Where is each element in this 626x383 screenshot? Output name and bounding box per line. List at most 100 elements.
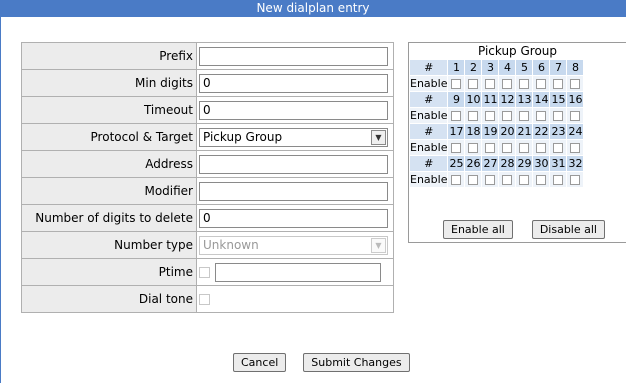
pickup-enable-checkbox[interactable] <box>485 143 496 153</box>
pickup-enable-checkbox[interactable] <box>468 111 479 121</box>
row-dial-tone: Dial tone <box>21 285 394 313</box>
pickup-group-number: 27 <box>481 155 500 172</box>
pickup-enable-cell <box>447 75 466 92</box>
row-timeout: Timeout 0 <box>21 96 394 124</box>
dial-tone-checkbox[interactable] <box>199 294 210 305</box>
pickup-group-number: 3 <box>481 59 500 76</box>
prefix-input[interactable] <box>199 46 388 66</box>
pickup-enable-checkbox[interactable] <box>502 175 513 185</box>
pickup-enable-cell <box>515 107 534 124</box>
pickup-enable-checkbox[interactable] <box>502 143 513 153</box>
pickup-number-row: #17 18 19 20 21 22 23 24 <box>408 123 585 140</box>
ptime-controls <box>199 262 393 282</box>
pickup-enable-checkbox[interactable] <box>570 79 581 89</box>
pickup-enable-checkbox[interactable] <box>468 143 479 153</box>
ptime-checkbox[interactable] <box>199 266 210 278</box>
pickup-enable-checkbox[interactable] <box>485 79 496 89</box>
pickup-group-number: 14 <box>532 91 551 108</box>
pickup-enable-checkbox[interactable] <box>536 175 547 185</box>
pickup-enable-cell <box>566 107 585 124</box>
pickup-enable-checkbox[interactable] <box>468 175 479 185</box>
row-address: Address <box>21 150 394 178</box>
pickup-enable-checkbox[interactable] <box>570 175 581 185</box>
pickup-enable-checkbox[interactable] <box>536 79 547 89</box>
pickup-group-number: 19 <box>481 123 500 140</box>
pickup-enable-label: Enable <box>408 75 449 92</box>
row-prefix: Prefix <box>21 42 394 70</box>
pickup-enable-checkbox[interactable] <box>519 143 530 153</box>
address-input[interactable] <box>199 154 388 174</box>
pickup-hash-label: # <box>408 59 449 76</box>
protocol-target-select[interactable]: Pickup Group ▼ <box>199 127 388 147</box>
pickup-enable-checkbox[interactable] <box>553 79 564 89</box>
pickup-enable-checkbox[interactable] <box>519 79 530 89</box>
pickup-enable-cell <box>498 107 517 124</box>
pickup-enable-checkbox[interactable] <box>519 111 530 121</box>
pickup-group-number: 32 <box>566 155 585 172</box>
pickup-enable-checkbox[interactable] <box>451 175 462 185</box>
pickup-enable-checkbox[interactable] <box>570 111 581 121</box>
pickup-group-number: 29 <box>515 155 534 172</box>
pickup-group-number: 5 <box>515 59 534 76</box>
pickup-enable-checkbox[interactable] <box>502 79 513 89</box>
timeout-input[interactable]: 0 <box>199 100 388 120</box>
pickup-enable-checkbox[interactable] <box>553 175 564 185</box>
pickup-group-number: 12 <box>498 91 517 108</box>
pickup-enable-checkbox[interactable] <box>468 79 479 89</box>
pickup-group-number: 31 <box>549 155 568 172</box>
pickup-group-panel: Pickup Group #1 2 3 4 5 6 7 8 Enable #9 10 11 12 13 14… <box>408 42 626 243</box>
pickup-enable-checkbox[interactable] <box>451 111 462 121</box>
pickup-group-number: 8 <box>566 59 585 76</box>
pickup-group-title: Pickup Group <box>477 44 558 58</box>
pickup-group-number: 13 <box>515 91 534 108</box>
pickup-enable-checkbox[interactable] <box>502 111 513 121</box>
pickup-enable-cell <box>566 75 585 92</box>
enable-all-button[interactable]: Enable all <box>443 220 513 239</box>
pickup-enable-checkbox[interactable] <box>570 143 581 153</box>
pickup-enable-checkbox[interactable] <box>553 111 564 121</box>
pickup-enable-label: Enable <box>408 107 449 124</box>
cancel-button[interactable]: Cancel <box>233 353 287 372</box>
frame-border <box>0 17 1 383</box>
modifier-label: Modifier <box>21 177 197 205</box>
digits-to-delete-input[interactable]: 0 <box>199 208 388 228</box>
chevron-down-icon[interactable]: ▼ <box>371 129 386 145</box>
pickup-group-number: 18 <box>464 123 483 140</box>
pickup-enable-cell <box>498 75 517 92</box>
pickup-group-number: 22 <box>532 123 551 140</box>
pickup-enable-cell <box>481 139 500 156</box>
pickup-enable-checkbox[interactable] <box>519 175 530 185</box>
pickup-enable-cell <box>549 171 568 188</box>
pickup-enable-checkbox[interactable] <box>451 79 462 89</box>
pickup-group-number: 11 <box>481 91 500 108</box>
pickup-enable-cell <box>549 107 568 124</box>
pickup-group-number: 26 <box>464 155 483 172</box>
protocol-target-value: Pickup Group <box>203 129 283 144</box>
pickup-group-number: 17 <box>447 123 466 140</box>
submit-changes-button[interactable]: Submit Changes <box>303 353 410 372</box>
pickup-enable-cell <box>549 75 568 92</box>
pickup-enable-checkbox[interactable] <box>553 143 564 153</box>
pickup-number-row: #9 10 11 12 13 14 15 16 <box>408 91 585 108</box>
digits-to-delete-label: Number of digits to delete <box>21 204 197 232</box>
modifier-input[interactable] <box>199 181 388 201</box>
pickup-enable-cell <box>464 75 483 92</box>
disable-all-button[interactable]: Disable all <box>531 220 605 239</box>
pickup-enable-checkbox[interactable] <box>485 175 496 185</box>
min-digits-input[interactable]: 0 <box>199 73 388 93</box>
ptime-input[interactable] <box>215 262 381 282</box>
row-modifier: Modifier <box>21 177 394 205</box>
pickup-enable-checkbox[interactable] <box>536 143 547 153</box>
pickup-enable-cell <box>447 139 466 156</box>
pickup-hash-label: # <box>408 123 449 140</box>
pickup-enable-checkbox[interactable] <box>536 111 547 121</box>
pickup-number-row: #25 26 27 28 29 30 31 32 <box>408 155 585 172</box>
pickup-enable-cell <box>498 139 517 156</box>
pickup-enable-cell <box>566 139 585 156</box>
pickup-group-number: 2 <box>464 59 483 76</box>
pickup-buttons: Enable all Disable all <box>443 220 605 239</box>
pickup-enable-cell <box>566 171 585 188</box>
pickup-enable-checkbox[interactable] <box>451 143 462 153</box>
pickup-group-number: 20 <box>498 123 517 140</box>
pickup-enable-checkbox[interactable] <box>485 111 496 121</box>
